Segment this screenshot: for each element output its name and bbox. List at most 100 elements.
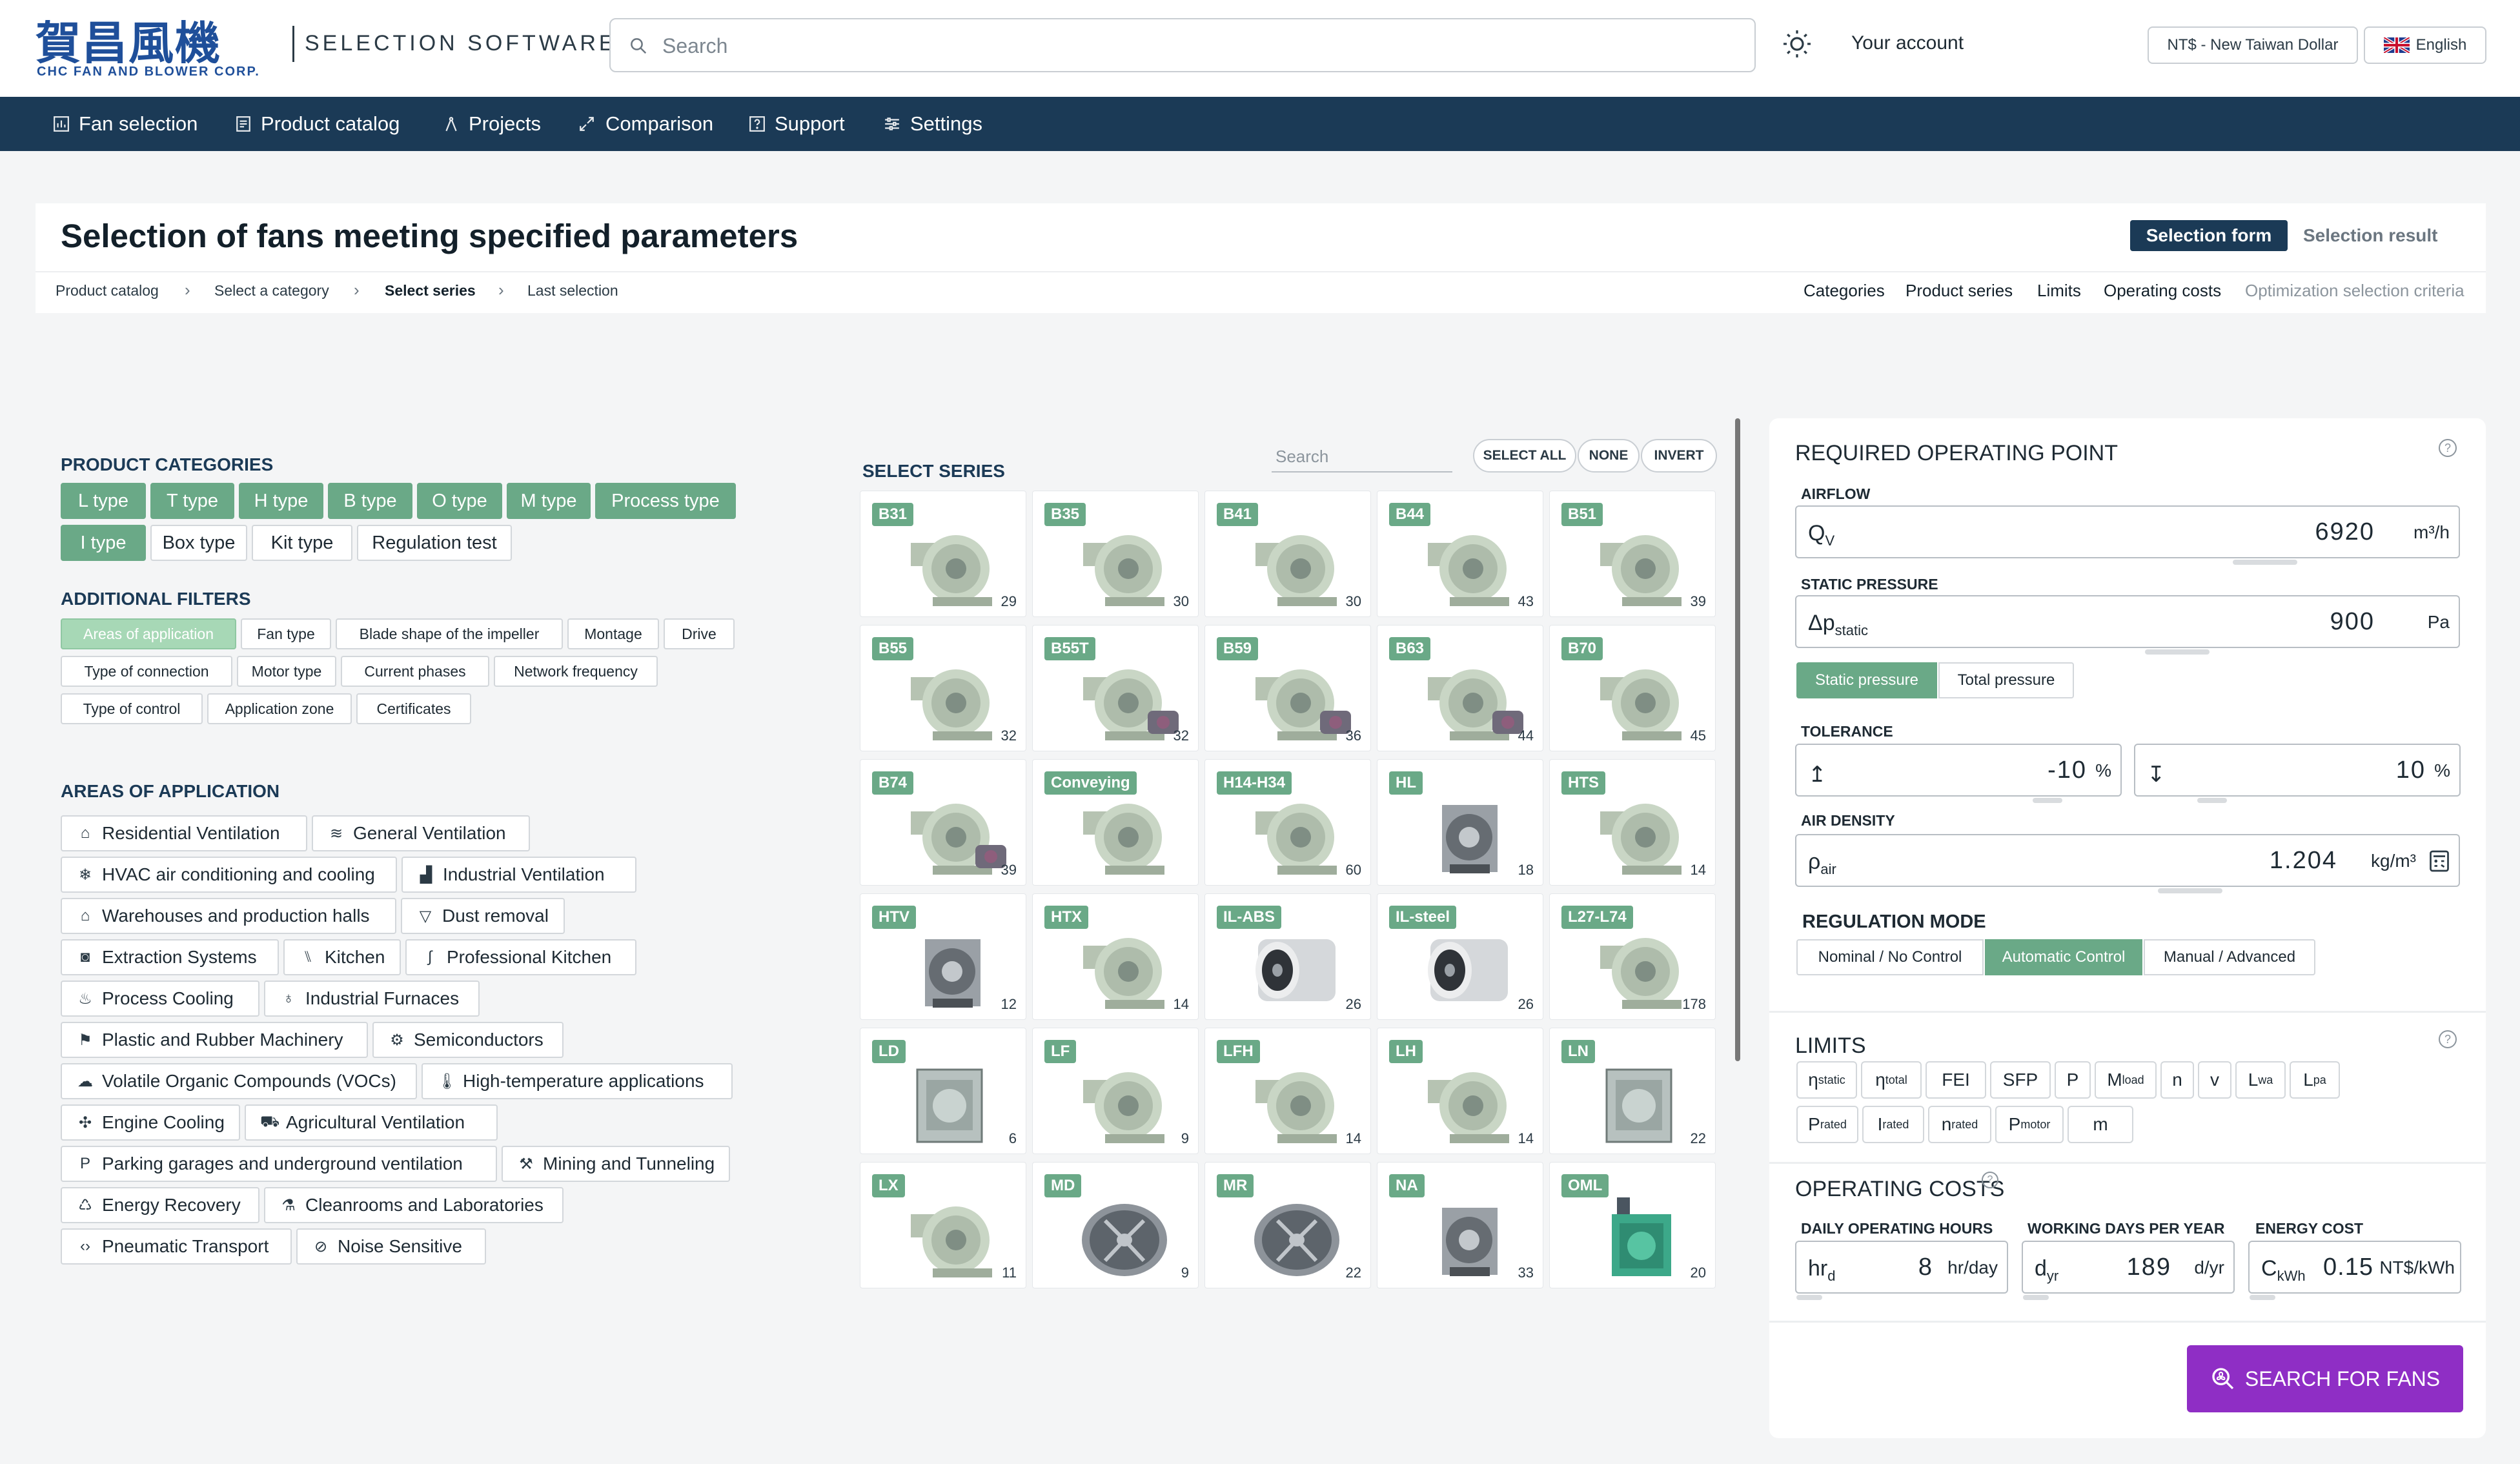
- nav-support[interactable]: Support: [749, 97, 845, 151]
- area-mining-tunneling[interactable]: ⚒ Mining and Tunneling: [502, 1146, 730, 1182]
- series-card[interactable]: HL 18: [1377, 759, 1543, 886]
- area-high-temperature[interactable]: 🌡︎ High-temperature applications: [422, 1063, 733, 1099]
- regulation-nominal-option[interactable]: Nominal / No Control: [1796, 939, 1984, 975]
- series-card[interactable]: Conveying: [1032, 759, 1199, 886]
- category-b-type[interactable]: B type: [328, 483, 412, 519]
- account-link[interactable]: Your account: [1851, 32, 1964, 54]
- series-card[interactable]: LX 11: [860, 1162, 1026, 1288]
- series-card[interactable]: B70 45: [1549, 625, 1716, 751]
- breadcrumb-product-catalog[interactable]: Product catalog: [56, 282, 159, 300]
- category-box-type[interactable]: Box type: [150, 525, 247, 561]
- series-search-input[interactable]: [1272, 442, 1452, 473]
- area-agricultural-ventilation[interactable]: ⛟ Agricultural Ventilation: [245, 1104, 498, 1141]
- series-card[interactable]: B63 44: [1377, 625, 1543, 751]
- days-slider-handle[interactable]: [2023, 1295, 2049, 1300]
- sun-icon[interactable]: [1782, 28, 1813, 59]
- area-noise-sensitive[interactable]: ⊘ Noise Sensitive: [296, 1228, 486, 1265]
- series-card[interactable]: HTS 14: [1549, 759, 1716, 886]
- limit-option[interactable]: P: [2055, 1061, 2091, 1099]
- area-general-ventilation[interactable]: ≋ General Ventilation: [312, 815, 530, 851]
- series-card[interactable]: LN 22: [1549, 1028, 1716, 1154]
- series-card[interactable]: HTV 12: [860, 893, 1026, 1020]
- section-link-limits[interactable]: Limits: [2037, 281, 2081, 301]
- select-none-button[interactable]: NONE: [1578, 439, 1640, 473]
- series-card[interactable]: B44 43: [1377, 491, 1543, 617]
- static-pressure-field[interactable]: Δpstatic 900 Pa: [1795, 595, 2460, 655]
- area-warehouses[interactable]: ⌂ Warehouses and production halls: [61, 898, 396, 934]
- filter-network-frequency[interactable]: Network frequency: [494, 656, 658, 687]
- series-card[interactable]: H14-H34 60: [1204, 759, 1371, 886]
- category-kit-type[interactable]: Kit type: [252, 525, 352, 561]
- area-dust-removal[interactable]: ▽ Dust removal: [401, 898, 565, 934]
- total-pressure-toggle[interactable]: Total pressure: [1938, 662, 2074, 698]
- area-kitchen[interactable]: ⑊ Kitchen: [283, 939, 401, 975]
- help-icon[interactable]: ?: [2439, 439, 2457, 457]
- nav-projects[interactable]: Projects: [443, 97, 541, 151]
- area-process-cooling[interactable]: ♨ Process Cooling: [61, 981, 259, 1017]
- global-search[interactable]: [609, 18, 1756, 72]
- limit-option[interactable]: Irated: [1862, 1106, 1924, 1143]
- area-cleanrooms[interactable]: ⚗ Cleanrooms and Laboratories: [264, 1187, 564, 1223]
- series-card[interactable]: B35 30: [1032, 491, 1199, 617]
- calculator-icon[interactable]: [2428, 849, 2451, 873]
- breadcrumb-select-category[interactable]: Select a category: [214, 282, 329, 300]
- series-card[interactable]: OML 20: [1549, 1162, 1716, 1288]
- category-o-type[interactable]: O type: [417, 483, 502, 519]
- series-card[interactable]: B55T 32: [1032, 625, 1199, 751]
- series-card[interactable]: HTX 14: [1032, 893, 1199, 1020]
- limit-option[interactable]: η static: [1796, 1061, 1857, 1099]
- filter-drive[interactable]: Drive: [664, 618, 735, 649]
- limit-option[interactable]: n rated: [1928, 1106, 1991, 1143]
- category-i-type[interactable]: I type: [61, 525, 146, 561]
- series-card[interactable]: IL-steel 26: [1377, 893, 1543, 1020]
- series-card[interactable]: LD 6: [860, 1028, 1026, 1154]
- energy-cost-field[interactable]: CkWh 0.15 NT$/kWh: [2248, 1241, 2461, 1300]
- filter-fan-type[interactable]: Fan type: [241, 618, 331, 649]
- hours-slider-handle[interactable]: [1796, 1295, 1822, 1300]
- tolerance-low-handle[interactable]: [2033, 798, 2062, 803]
- category-l-type[interactable]: L type: [61, 483, 146, 519]
- breadcrumb-select-series[interactable]: Select series: [385, 282, 476, 300]
- category-process-type[interactable]: Process type: [595, 483, 736, 519]
- help-icon[interactable]: ?: [1982, 1172, 1998, 1188]
- language-selector[interactable]: English: [2364, 26, 2486, 64]
- filter-motor-type[interactable]: Motor type: [237, 656, 336, 687]
- area-professional-kitchen[interactable]: ∫ Professional Kitchen: [405, 939, 636, 975]
- tolerance-high-value[interactable]: 10: [2396, 757, 2426, 784]
- series-card[interactable]: B31 29: [860, 491, 1026, 617]
- filter-certificates[interactable]: Certificates: [356, 693, 471, 724]
- airflow-field[interactable]: QV 6920 m³/h: [1795, 505, 2460, 565]
- limit-option[interactable]: Pmotor: [1995, 1106, 2064, 1143]
- area-semiconductors[interactable]: ⚙ Semiconductors: [372, 1022, 564, 1058]
- area-vocs[interactable]: ☁ Volatile Organic Compounds (VOCs): [61, 1063, 417, 1099]
- limit-option[interactable]: m: [2068, 1106, 2133, 1143]
- filter-type-of-control[interactable]: Type of control: [61, 693, 203, 724]
- section-link-categories[interactable]: Categories: [1804, 281, 1885, 301]
- energy-cost-value[interactable]: 0.15: [2323, 1254, 2373, 1281]
- series-card[interactable]: LFH 14: [1204, 1028, 1371, 1154]
- series-card[interactable]: B74 39: [860, 759, 1026, 886]
- series-card[interactable]: B41 30: [1204, 491, 1371, 617]
- area-parking-garages[interactable]: P Parking garages and underground ventila…: [61, 1146, 497, 1182]
- filter-areas-of-application[interactable]: Areas of application: [61, 618, 236, 649]
- series-card[interactable]: B59 36: [1204, 625, 1371, 751]
- working-days-value[interactable]: 189: [2127, 1254, 2171, 1281]
- nav-product-catalog[interactable]: Product catalog: [235, 97, 400, 151]
- area-pneumatic-transport[interactable]: ‹› Pneumatic Transport: [61, 1228, 292, 1265]
- area-engine-cooling[interactable]: ✣ Engine Cooling: [61, 1104, 240, 1141]
- tolerance-high-field[interactable]: ↧ 10 %: [2134, 744, 2461, 803]
- section-link-product-series[interactable]: Product series: [1905, 281, 2013, 301]
- filter-current-phases[interactable]: Current phases: [341, 656, 489, 687]
- static-pressure-value[interactable]: 900: [2330, 608, 2375, 636]
- search-input[interactable]: [662, 30, 1727, 62]
- tolerance-low-field[interactable]: ↥ -10 %: [1795, 744, 2122, 803]
- series-card[interactable]: MD 9: [1032, 1162, 1199, 1288]
- area-plastic-rubber[interactable]: ⚑ Plastic and Rubber Machinery: [61, 1022, 368, 1058]
- working-days-field[interactable]: dyr 189 d/yr: [2022, 1241, 2235, 1300]
- series-card[interactable]: NA 33: [1377, 1162, 1543, 1288]
- category-m-type[interactable]: M type: [507, 483, 591, 519]
- area-industrial-furnaces[interactable]: ♁ Industrial Furnaces: [264, 981, 480, 1017]
- nav-fan-selection[interactable]: Fan selection: [53, 97, 198, 151]
- area-energy-recovery[interactable]: ♺ Energy Recovery: [61, 1187, 259, 1223]
- tolerance-low-value[interactable]: -10: [2048, 757, 2087, 784]
